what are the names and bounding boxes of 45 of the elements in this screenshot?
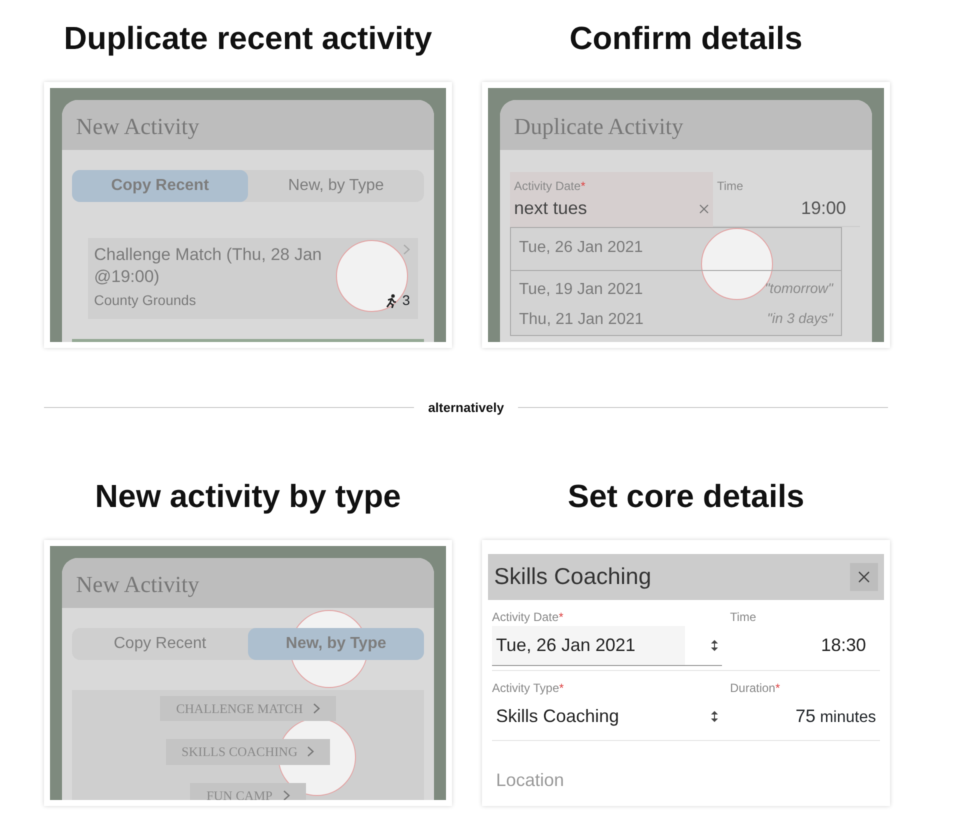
activity-type-button[interactable]: CHALLENGE MATCH — [160, 696, 336, 721]
field-label: Time — [730, 608, 758, 626]
chevron-icon — [312, 702, 320, 714]
close-icon — [699, 204, 709, 214]
date-option[interactable]: Thu, 21 Jan 2021 "in 3 days" — [511, 305, 841, 335]
activity-title: Challenge Match (Thu, 28 Jan @19:00) — [94, 244, 323, 288]
duration-value: 75 minutes — [794, 704, 877, 728]
section-heading: Duplicate recent activity — [62, 19, 434, 58]
divider-label: alternatively — [428, 399, 504, 417]
chevron-icon — [307, 746, 314, 758]
select-field[interactable]: Skills Coaching — [492, 696, 722, 736]
date-option[interactable]: Tue, 19 Jan 2021 "tomorrow" — [511, 275, 841, 305]
section-heading: Set core details — [566, 476, 806, 516]
field-label: Duration* — [730, 680, 782, 696]
field-label: Activity Type* — [492, 680, 565, 696]
up-down-arrows-icon — [711, 710, 718, 722]
time-value: 18:30 — [820, 634, 867, 656]
activity-type-button[interactable]: SKILLS COACHING — [166, 739, 330, 764]
chevron-icon — [282, 790, 290, 800]
section-heading: New activity by type — [94, 476, 402, 516]
participant-count: 3 — [402, 291, 410, 310]
modal-title: New Activity — [76, 113, 200, 141]
tab[interactable]: Copy Recent — [72, 170, 248, 202]
field-label: Activity Date* — [514, 178, 586, 195]
activity-type-button[interactable]: FUN CAMP — [190, 782, 306, 800]
modal-title: Duplicate Activity — [514, 113, 684, 141]
runner-icon — [385, 294, 398, 308]
close-icon — [858, 570, 870, 582]
dialog-title: Skills Coaching — [494, 562, 652, 592]
field-value: next tues — [514, 197, 588, 220]
select-field[interactable]: Tue, 26 Jan 2021 — [492, 626, 722, 666]
tab[interactable]: Copy Recent — [72, 628, 248, 660]
modal-title: New Activity — [76, 570, 200, 599]
up-down-arrows-icon — [711, 640, 718, 650]
chevron-icon — [403, 244, 410, 255]
tab[interactable]: New, by Type — [248, 628, 424, 660]
tab[interactable]: New, by Type — [248, 170, 424, 202]
date-input-field[interactable]: Activity Date* next tues — [510, 172, 713, 227]
field-label: Activity Date* — [492, 608, 564, 626]
field-label: Time — [717, 178, 744, 195]
activity-location: County Grounds — [94, 291, 197, 310]
close-button[interactable] — [850, 562, 878, 590]
time-value: 19:00 — [800, 197, 847, 220]
recent-activity-item[interactable]: Challenge Match (Thu, 28 Jan @19:00) County Grounds 3 — [88, 238, 418, 319]
section-heading: Confirm details — [568, 19, 804, 58]
